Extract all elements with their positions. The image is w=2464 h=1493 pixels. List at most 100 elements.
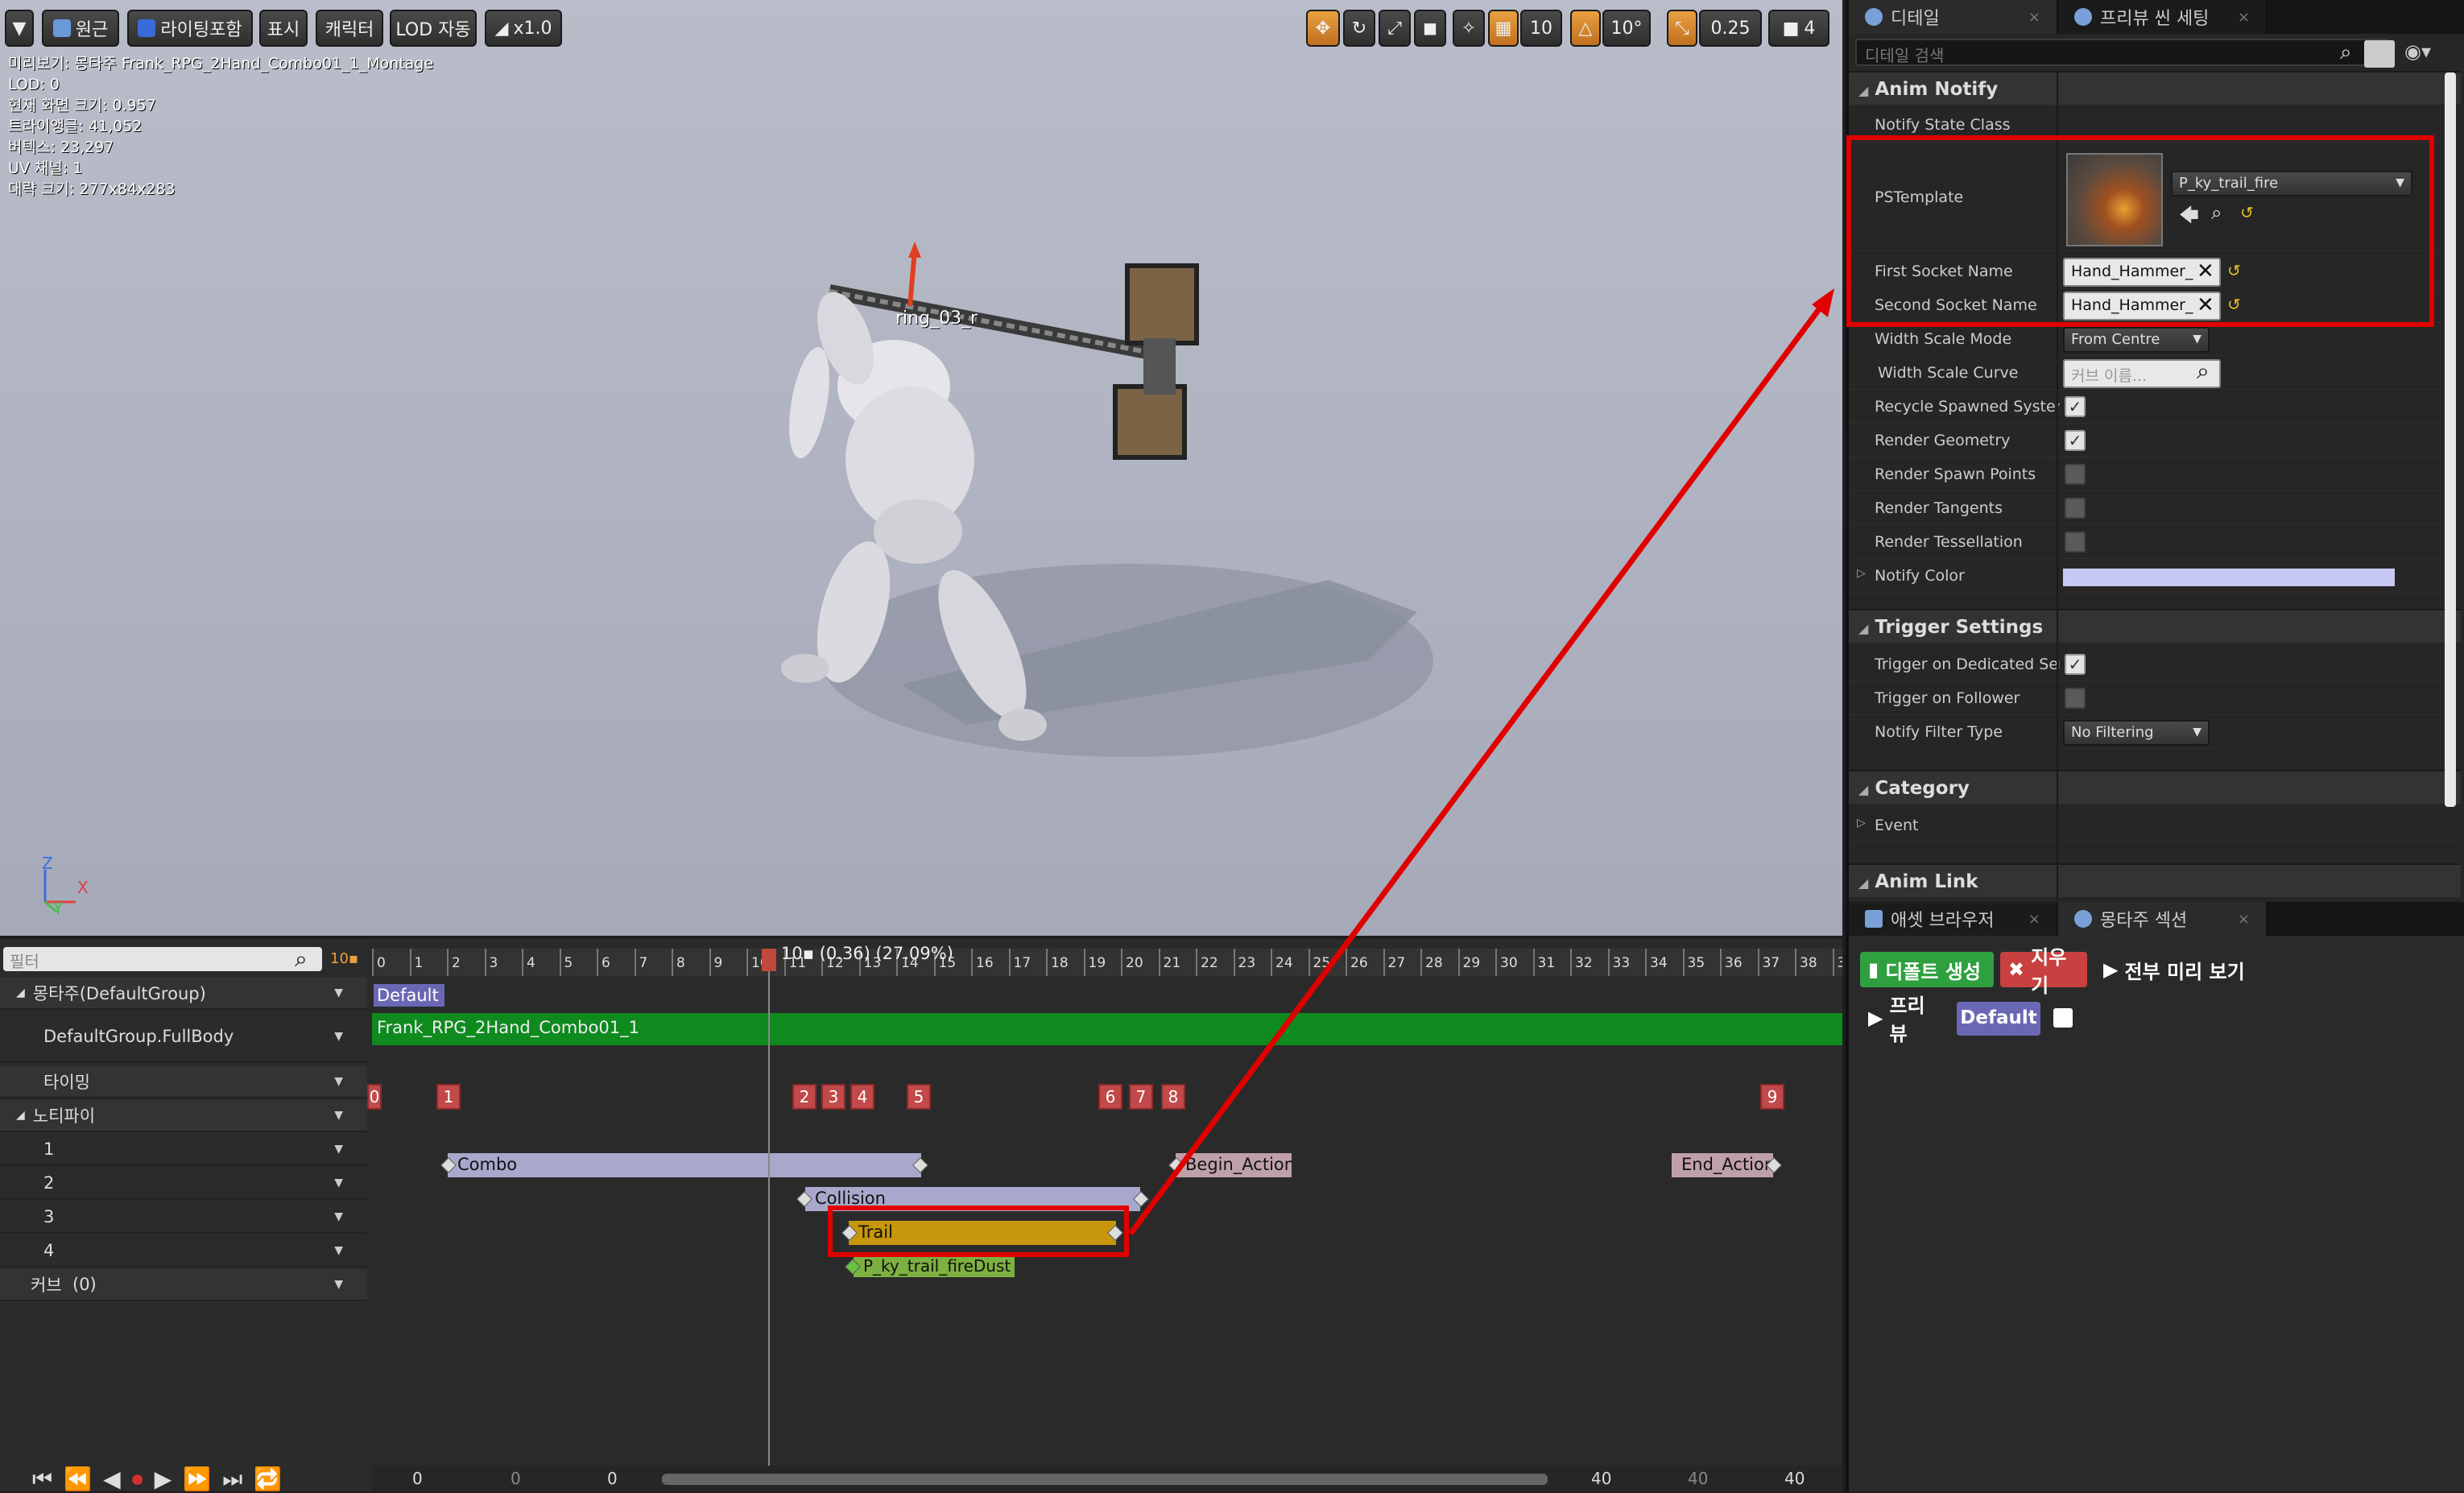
camera-speed-button[interactable]: ■ 4 [1768,10,1829,47]
section-default-marker[interactable]: Default [374,984,444,1007]
close-icon[interactable]: × [2028,9,2040,26]
track-notify-3[interactable]: 3 ▼ [0,1201,367,1234]
close-icon[interactable]: × [2238,911,2250,928]
track-notify-1[interactable]: 1 ▼ [0,1134,367,1166]
notify-begin-action[interactable]: Begin_Action [1176,1153,1292,1177]
preview-section-button[interactable]: ▶ 프리뷰 [1860,995,1944,1045]
chevron-down-icon[interactable]: ▼ [334,1030,343,1043]
translate-mode-button[interactable]: ✥ [1306,10,1340,47]
grid-snap-toggle[interactable]: ▦ [1488,10,1519,47]
scale-mode-button[interactable]: ⤢ [1379,10,1411,47]
chevron-down-icon[interactable]: ▼ [334,1109,343,1122]
chevron-down-icon[interactable]: ▼ [334,1210,343,1223]
preview-all-button[interactable]: ▶ 전부 미리 보기 [2095,952,2256,987]
section-anim-notify[interactable]: ◢ Anim Notify [1849,71,2461,105]
timing-marker[interactable]: 6 [1098,1084,1122,1110]
viewport-options-button[interactable]: ▼ [5,10,34,47]
chevron-down-icon[interactable]: ▼ [334,1075,343,1088]
notify-color-swatch[interactable] [2063,569,2395,586]
anim-segment[interactable]: Frank_RPG_2Hand_Combo01_1 [372,1013,1842,1045]
track-filter-input[interactable]: 필터 [3,947,322,971]
skip-to-end-icon[interactable]: ⏭ [222,1466,242,1493]
timing-marker[interactable]: 4 [850,1084,874,1110]
play-reverse-icon[interactable]: ◀ [103,1466,121,1493]
timing-marker[interactable]: 3 [821,1084,845,1110]
expand-arrow-icon[interactable]: ▷ [1857,817,1866,829]
lod-button[interactable]: LOD 자동 [390,10,477,47]
close-icon[interactable]: × [2028,911,2040,928]
timing-marker[interactable]: 2 [792,1084,817,1110]
details-search-input[interactable]: 디테일 검색 [1855,39,2390,66]
render-geometry-checkbox[interactable]: ✓ [2065,430,2086,451]
tab-details[interactable]: 디테일 × [1849,0,2058,34]
render-spawn-points-checkbox[interactable] [2065,464,2086,485]
track-slot[interactable]: DefaultGroup.FullBody ▼ [0,1011,367,1063]
timing-marker[interactable]: 0 [367,1084,382,1110]
notify-filter-type-dropdown[interactable]: No Filtering [2063,720,2210,746]
chevron-down-icon[interactable]: ▼ [334,1177,343,1189]
timing-marker[interactable]: 1 [436,1084,461,1110]
eye-icon[interactable]: ◉▾ [2404,40,2431,63]
grid-snap-value[interactable]: 10 [1520,10,1562,47]
notify-end-action[interactable]: End_Action [1672,1153,1773,1177]
record-icon[interactable]: ⏺ [132,1466,143,1493]
clear-button[interactable]: ✖ 지우기 [2000,946,2087,997]
chevron-down-icon[interactable]: ▼ [334,1143,343,1156]
render-tangents-checkbox[interactable] [2065,498,2086,519]
width-scale-mode-dropdown[interactable]: From Centre [2063,327,2210,353]
section-trigger-settings[interactable]: ◢ Trigger Settings [1849,609,2461,643]
track-timing[interactable]: 타이밍 ▼ [0,1066,367,1098]
preview-viewport[interactable]: ▼ 원근 라이팅포함 표시 캐릭터 LOD 자동 ◢ x1.0 ✥ ↻ ⤢ ◼ ✧… [0,0,1842,936]
trigger-follower-checkbox[interactable] [2065,688,2086,709]
close-icon[interactable]: × [2238,9,2250,26]
search-icon[interactable]: ⌕ [2197,358,2210,385]
surface-snap-button[interactable]: ✧ [1453,10,1485,47]
section-category[interactable]: ◢ Category [1849,770,2461,804]
chevron-down-icon[interactable]: ▼ [334,986,343,999]
create-default-button[interactable]: ▮ 디폴트 생성 [1860,952,1994,987]
details-scrollbar[interactable] [2445,72,2456,807]
track-curves[interactable]: 커브 (0) ▼ [0,1269,367,1301]
rotation-snap-toggle[interactable]: △ [1570,10,1601,47]
timing-marker[interactable]: 7 [1129,1084,1153,1110]
notify-fire-dust[interactable]: P_ky_trail_fireDust [854,1256,1015,1277]
expand-arrow-icon[interactable]: ▷ [1857,567,1866,580]
rotation-snap-value[interactable]: 10° [1602,10,1651,47]
rotate-mode-button[interactable]: ↻ [1343,10,1375,47]
track-notify-2[interactable]: 2 ▼ [0,1168,367,1200]
recycle-checkbox[interactable]: ✓ [2065,396,2086,417]
step-back-icon[interactable]: ⏪ [64,1466,92,1493]
playback-speed-button[interactable]: ◢ x1.0 [485,10,562,47]
notify-combo[interactable]: Combo [448,1153,921,1177]
loop-icon[interactable]: 🔁 [254,1466,282,1493]
scrub-handle[interactable] [762,949,776,971]
render-tessellation-checkbox[interactable] [2065,531,2086,552]
track-notify-4[interactable]: 4 ▼ [0,1235,367,1268]
skip-to-start-icon[interactable]: ⏮ [32,1466,52,1493]
section-loop-checkbox[interactable] [2053,1008,2073,1028]
timing-marker[interactable]: 5 [907,1084,931,1110]
play-icon[interactable]: ▶ [155,1466,172,1493]
scale-snap-value[interactable]: 0.25 [1699,10,1762,47]
chevron-down-icon[interactable]: ▼ [334,1278,343,1291]
step-forward-icon[interactable]: ⏩ [183,1466,211,1493]
tab-asset-browser[interactable]: 애셋 브라우저 × [1849,902,2058,936]
section-anim-link[interactable]: ◢ Anim Link [1849,863,2461,897]
tab-preview-scene-settings[interactable]: 프리뷰 씬 세팅 × [2058,0,2268,34]
lighting-mode-button[interactable]: 라이팅포함 [127,10,253,47]
timing-marker[interactable]: 8 [1161,1084,1185,1110]
timing-marker[interactable]: 9 [1760,1084,1784,1110]
scale-snap-toggle[interactable]: ⤡ [1667,10,1697,47]
tab-montage-sections[interactable]: 몽타주 섹션 × [2058,902,2268,936]
timeline-ruler[interactable]: 0 1 2 3 4 5 6 7 8 9 10 11 12 13 14 15 16 17 18 19 20 21 22 23 24… [372,949,1842,976]
perspective-button[interactable]: 원근 [42,10,119,47]
timeline-scrollbar[interactable] [662,1474,1548,1485]
section-default-chip[interactable]: Default [1957,1002,2040,1036]
coordinate-space-button[interactable]: ◼ [1414,10,1446,47]
track-montage-group[interactable]: ◢ 몽타주(DefaultGroup) ▼ [0,978,367,1010]
track-notifies[interactable]: ◢ 노티파이 ▼ [0,1100,367,1132]
trigger-dedicated-checkbox[interactable]: ✓ [2065,654,2086,675]
view-options-grid-icon[interactable] [2364,40,2395,68]
character-button[interactable]: 캐릭터 [316,10,383,47]
chevron-down-icon[interactable]: ▼ [334,1244,343,1257]
